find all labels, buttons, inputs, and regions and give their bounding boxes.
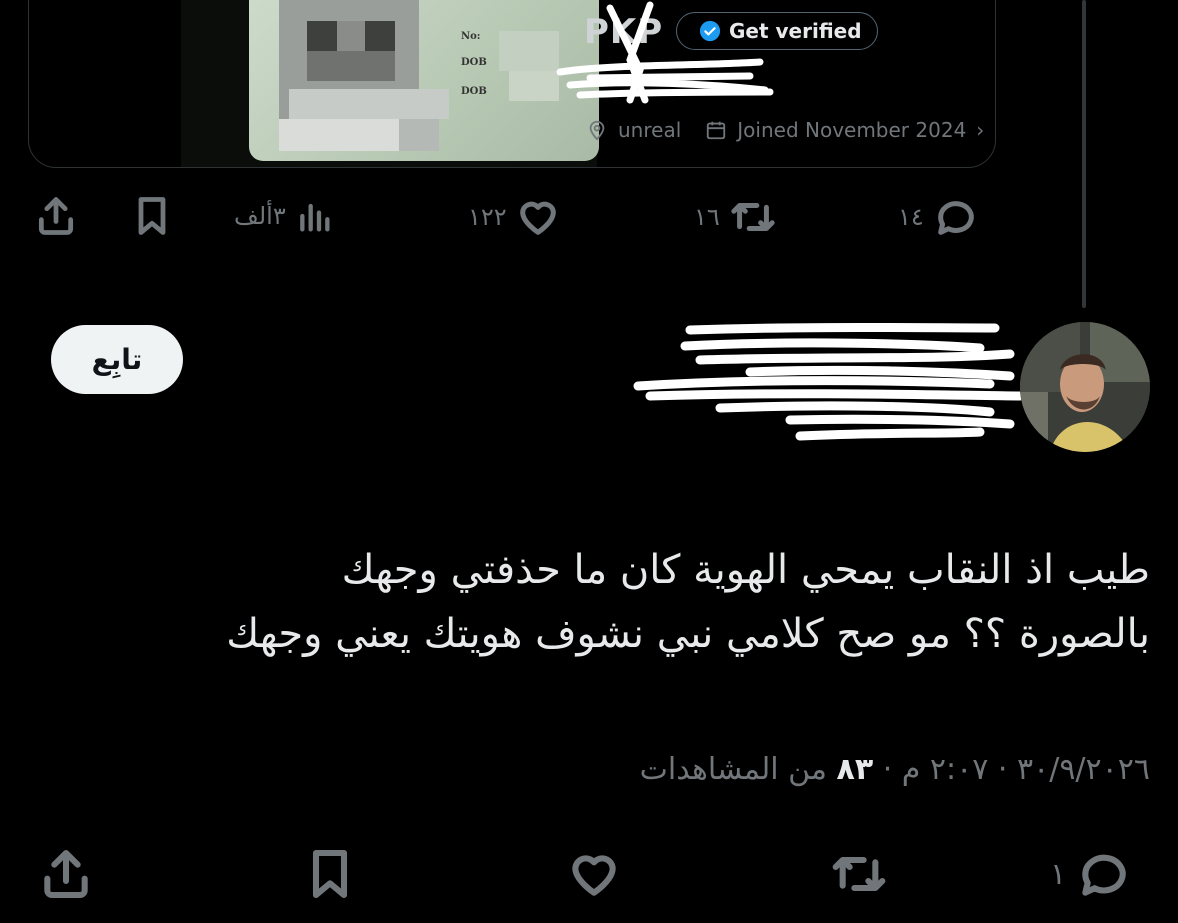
location-text: unreal [618, 118, 682, 142]
tweet-meta: ٣٠/٩/٢٠٢٦ · ٢:٠٧ م · ٨٣ من المشاهدات [300, 752, 1150, 787]
repost-icon [832, 856, 886, 892]
bookmark-button-main[interactable] [302, 846, 358, 902]
avatar-photo [1020, 322, 1150, 452]
repost-icon [731, 203, 775, 231]
tweet-text-line-2: بالصورة ؟؟ مو صح كلامي نبي نشوف هويتك يع… [226, 611, 1150, 657]
reply-button-main[interactable]: ١ [1050, 846, 1134, 902]
repost-button-main[interactable] [826, 846, 892, 902]
tweet-text-line-1: طيب اذ النقاب يمحي الهوية كان ما حذفتي و… [341, 547, 1150, 593]
views-label: من المشاهدات [639, 752, 827, 787]
reposts-count: ١٦ [694, 203, 720, 231]
tweet-text: طيب اذ النقاب يمحي الهوية كان ما حذفتي و… [70, 538, 1150, 666]
username-scribble-redaction [633, 323, 1025, 441]
share-button[interactable] [34, 194, 78, 238]
id-label-dob: DOB [461, 57, 487, 68]
separator-dot-2: · [873, 752, 893, 787]
replies-count-main: ١ [1050, 856, 1067, 892]
location-icon [589, 120, 605, 141]
get-verified-label: Get verified [729, 19, 862, 43]
bookmark-icon [138, 197, 166, 235]
repost-button[interactable]: ١٦ [694, 194, 778, 240]
share-icon [38, 197, 74, 235]
separator-dot: · [988, 752, 1008, 787]
avatar[interactable] [1020, 322, 1150, 452]
quoted-profile-meta: unreal Joined November 2024 › [586, 118, 984, 142]
id-label-dob-2: DOB [461, 86, 487, 97]
reply-button[interactable]: ١٤ [898, 194, 980, 240]
replies-count: ١٤ [898, 203, 924, 231]
id-card-image: No: DOB DOB [249, 0, 599, 161]
calendar-icon [707, 121, 726, 140]
get-verified-button[interactable]: Get verified [676, 12, 878, 50]
id-label-no: No: [461, 31, 481, 42]
share-icon [44, 849, 88, 899]
share-button-main[interactable] [38, 846, 94, 902]
like-button-main[interactable] [564, 846, 624, 902]
like-button[interactable]: ١٢٢ [468, 194, 561, 240]
chevron-right-icon: › [976, 118, 985, 142]
likes-count: ١٢٢ [468, 203, 507, 231]
bookmark-button[interactable] [130, 194, 174, 238]
views-count-main: ٨٣ [836, 752, 874, 787]
bookmark-icon [312, 849, 348, 899]
follow-button[interactable]: تابِع [51, 325, 183, 394]
joined-text: Joined November 2024 [737, 118, 967, 142]
reply-icon [937, 201, 974, 235]
verified-badge-icon [699, 20, 721, 42]
reply-icon [1082, 854, 1126, 896]
views-count: ٣ألف [234, 202, 286, 230]
thread-connector-line [1082, 0, 1086, 308]
analytics-icon [299, 203, 330, 232]
tweet-time[interactable]: ٢:٠٧ م [902, 752, 989, 787]
heart-icon [572, 855, 616, 896]
heart-icon [519, 201, 556, 235]
views-stat[interactable]: ٣ألف [234, 196, 334, 236]
tweet-date[interactable]: ٣٠/٩/٢٠٢٦ [1017, 752, 1150, 787]
